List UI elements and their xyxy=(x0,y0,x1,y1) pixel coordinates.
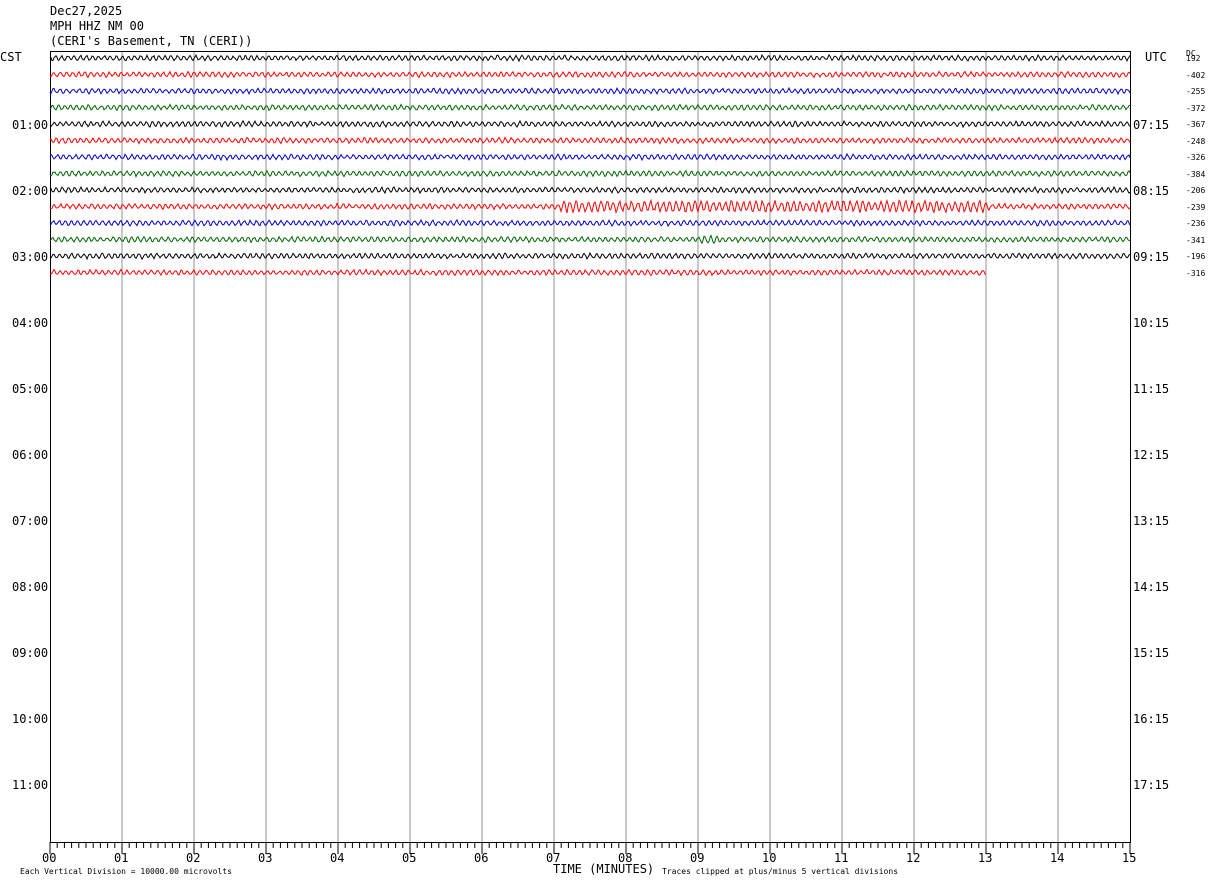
x-tick-label: 02 xyxy=(186,851,201,865)
dc-offset-value: -255 xyxy=(1186,87,1206,96)
dc-offset-value: -341 xyxy=(1186,235,1206,245)
dc-offset-value: -316 xyxy=(1186,268,1206,278)
x-tick-label: 05 xyxy=(402,851,417,865)
seismic-trace xyxy=(49,86,1131,96)
footer-clip-note: Traces clipped at plus/minus 5 vertical … xyxy=(662,867,899,876)
seismic-trace xyxy=(49,152,1131,162)
left-hour-label: 05:00 xyxy=(12,382,49,396)
right-hour-label: 10:15 xyxy=(1133,316,1170,330)
dc-offset-value: -206 xyxy=(1186,186,1206,195)
x-tick-label: 09 xyxy=(690,851,705,865)
dc-offset-value: -236 xyxy=(1186,219,1206,228)
right-hour-label: 12:15 xyxy=(1133,448,1170,462)
x-axis-title: TIME (MINUTES) xyxy=(553,862,655,876)
left-hour-label: 03:00 xyxy=(12,250,49,264)
left-hour-label: 02:00 xyxy=(12,184,49,198)
seismic-trace xyxy=(49,234,1131,245)
right-hour-label: 09:15 xyxy=(1133,250,1170,264)
left-hour-label: 09:00 xyxy=(12,646,49,660)
left-hour-label: 11:00 xyxy=(12,778,49,792)
x-tick-label: 10 xyxy=(762,851,777,865)
x-tick-label: 01 xyxy=(114,851,129,865)
x-tick-label: 13 xyxy=(978,851,993,865)
right-hour-label: 11:15 xyxy=(1133,382,1170,396)
left-hour-label: 08:00 xyxy=(12,580,49,594)
x-tick-label: 12 xyxy=(906,851,921,865)
plot-frame xyxy=(50,51,1131,843)
seismic-trace xyxy=(49,251,1131,261)
seismic-trace xyxy=(49,136,1131,145)
dc-offset-value: -384 xyxy=(1186,169,1206,179)
dc-offset-value: 192 xyxy=(1186,54,1201,63)
seismic-trace xyxy=(49,268,987,277)
right-hour-label: 15:15 xyxy=(1133,646,1170,660)
right-hour-label: 17:15 xyxy=(1133,778,1170,792)
left-hour-label: 10:00 xyxy=(12,712,49,726)
right-hour-label: 08:15 xyxy=(1133,184,1170,198)
right-hour-label: 07:15 xyxy=(1133,118,1170,132)
helicorder-plot xyxy=(49,51,1131,854)
seismic-trace xyxy=(49,53,1131,63)
seismic-trace xyxy=(49,169,1131,178)
dc-offset-value: -372 xyxy=(1186,103,1206,113)
dc-offset-value: -326 xyxy=(1186,153,1206,162)
left-hour-label: 04:00 xyxy=(12,316,49,330)
seismic-trace xyxy=(49,119,1131,129)
dc-offset-value: -402 xyxy=(1186,70,1206,80)
x-tick-label: 03 xyxy=(258,851,273,865)
dc-offset-value: -367 xyxy=(1186,120,1206,129)
dc-offset-value: -196 xyxy=(1186,252,1206,261)
seismic-trace xyxy=(49,70,1131,79)
right-hour-label: 14:15 xyxy=(1133,580,1170,594)
seismic-trace xyxy=(49,185,1131,195)
x-tick-label: 15 xyxy=(1122,851,1137,865)
x-tick-label: 14 xyxy=(1050,851,1065,865)
seismic-trace xyxy=(49,218,1131,228)
x-tick-label: 04 xyxy=(330,851,345,865)
left-hour-label: 06:00 xyxy=(12,448,49,462)
right-hour-label: 16:15 xyxy=(1133,712,1170,726)
x-tick-label: 06 xyxy=(474,851,489,865)
left-hour-label: 01:00 xyxy=(12,118,49,132)
seismic-trace xyxy=(49,103,1131,112)
left-hour-label: 07:00 xyxy=(12,514,49,528)
footer-scale-note: Each Vertical Division = 10000.00 microv… xyxy=(20,867,232,876)
dc-offset-value: -239 xyxy=(1186,202,1206,212)
x-tick-label: 00 xyxy=(42,851,57,865)
seismic-trace xyxy=(49,198,1131,214)
dc-offset-value: -248 xyxy=(1186,136,1206,146)
right-hour-label: 13:15 xyxy=(1133,514,1170,528)
x-tick-label: 11 xyxy=(834,851,849,865)
